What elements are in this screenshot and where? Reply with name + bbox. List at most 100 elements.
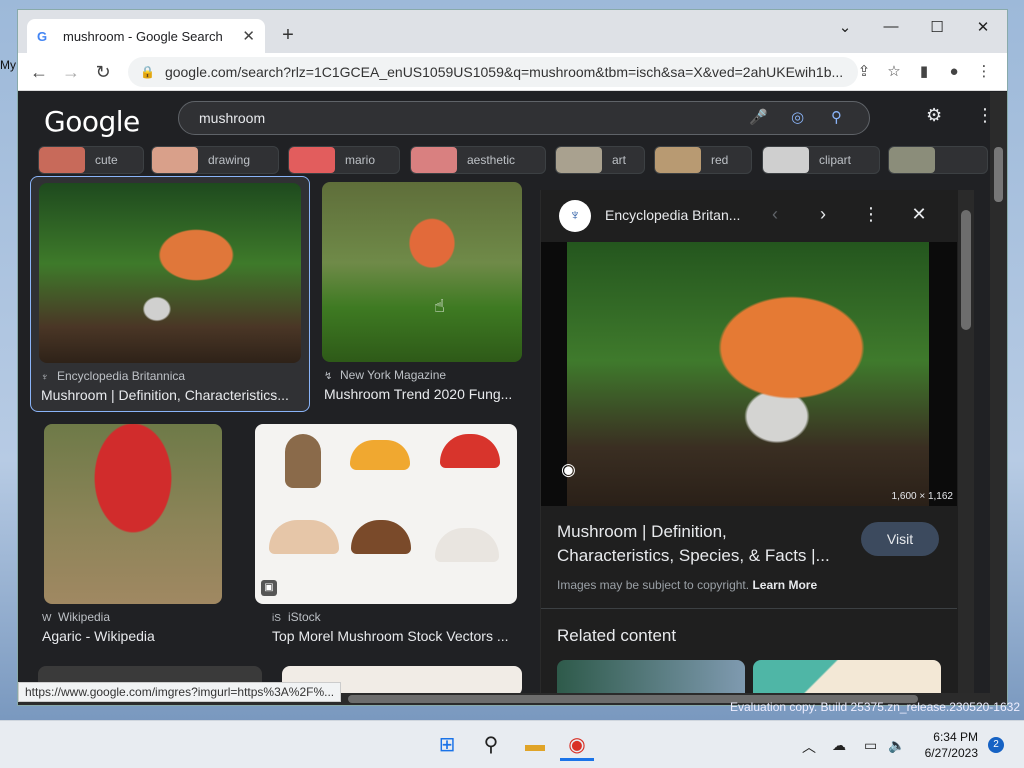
voice-search-icon[interactable]: 🎤 — [749, 108, 768, 126]
search-results-page: Google mushroom 🎤 ◎ ⚲ ⚙ ⋮⋮ cute drawing … — [18, 92, 1007, 705]
result-image[interactable] — [39, 183, 301, 363]
file-explorer-icon[interactable]: ▬ — [518, 729, 552, 761]
profile-avatar-icon[interactable]: ● — [939, 57, 969, 87]
side-panel-icon[interactable]: ▮ — [909, 57, 939, 87]
close-icon[interactable]: ✕ — [907, 204, 931, 225]
notification-badge[interactable]: 2 — [988, 737, 1004, 753]
volume-icon[interactable]: 🔈 — [888, 737, 905, 754]
chip-label: aesthetic — [467, 153, 516, 167]
tab-strip: G mushroom - Google Search ✕ + ⌄ — ☐ ✕ — [18, 10, 1007, 53]
display-icon[interactable]: ▭ — [864, 737, 877, 754]
tab-title: mushroom - Google Search — [63, 28, 223, 44]
search-input[interactable]: mushroom — [199, 110, 265, 126]
chip-thumbnail — [152, 147, 198, 173]
desktop-icon-label: My — [0, 58, 16, 72]
result-image[interactable]: ☝ — [322, 182, 522, 362]
network-icon[interactable]: ☁ — [832, 737, 846, 754]
related-content-heading: Related content — [557, 626, 677, 645]
close-window-button[interactable]: ✕ — [968, 18, 998, 36]
preview-image[interactable]: ◉ 1,600 × 1,162 — [541, 242, 957, 506]
chip[interactable]: clipart — [762, 146, 880, 174]
result-title[interactable]: Agaric - Wikipedia — [42, 628, 222, 644]
image-result-card[interactable]: ☝ ↯ New York Magazine Mushroom Trend 2020… — [316, 176, 526, 412]
preview-scrollbar[interactable] — [958, 190, 974, 693]
chip[interactable]: red — [654, 146, 752, 174]
image-dimensions: 1,600 × 1,162 — [891, 491, 953, 502]
google-logo[interactable]: Google — [44, 105, 140, 138]
chip-thumbnail — [39, 147, 85, 173]
more-options-icon[interactable]: ⋮ — [859, 204, 883, 225]
copyright-notice: Images may be subject to copyright. Lear… — [557, 578, 817, 592]
britannica-logo-icon: ♆ — [559, 200, 591, 232]
scrollbar-thumb[interactable] — [994, 147, 1003, 202]
chip-label: red — [711, 153, 729, 167]
next-arrow-icon[interactable]: › — [811, 204, 835, 225]
divider — [541, 608, 957, 609]
chevron-up-icon[interactable]: ︿ — [802, 737, 816, 757]
bookmark-star-icon[interactable]: ☆ — [879, 57, 909, 87]
wikipedia-favicon-icon: W — [42, 613, 52, 624]
browser-window: G mushroom - Google Search ✕ + ⌄ — ☐ ✕ ←… — [18, 10, 1007, 705]
result-image[interactable] — [44, 424, 222, 604]
result-title[interactable]: Top Morel Mushroom Stock Vectors ... — [272, 628, 522, 644]
chip[interactable]: art — [555, 146, 645, 174]
chip-label: mario — [345, 153, 376, 167]
maximize-button[interactable]: ☐ — [922, 18, 952, 36]
chip[interactable]: cute — [38, 146, 144, 174]
lock-icon: 🔒 — [140, 65, 155, 79]
browser-tab[interactable]: G mushroom - Google Search ✕ — [27, 19, 265, 53]
result-source: iStock — [288, 610, 321, 624]
lens-search-icon[interactable]: ◎ — [791, 108, 804, 126]
image-result-card[interactable]: ▣ iS iStock Top Morel Mushroom Stock Vect… — [246, 422, 522, 652]
chrome-icon[interactable]: ◉ — [560, 729, 594, 761]
istock-favicon-icon: iS — [272, 613, 281, 624]
scrollbar-thumb[interactable] — [961, 210, 971, 330]
previous-arrow-icon[interactable]: ‹ — [763, 204, 787, 225]
chip[interactable]: drawing — [151, 146, 279, 174]
tab-search-chevron-icon[interactable]: ⌄ — [830, 18, 860, 36]
page-scrollbar[interactable] — [990, 92, 1007, 705]
minimize-button[interactable]: — — [876, 18, 906, 35]
result-title[interactable]: Mushroom | Definition, Characteristics..… — [41, 387, 303, 403]
chip[interactable]: aesthetic — [410, 146, 546, 174]
search-icon[interactable]: ⚲ — [474, 729, 508, 761]
tab-close-icon[interactable]: ✕ — [242, 27, 255, 45]
image-badge-icon: ▣ — [261, 580, 277, 596]
chip-thumbnail — [411, 147, 457, 173]
address-url[interactable]: google.com/search?rlz=1C1GCEA_enUS1059US… — [165, 64, 843, 80]
clock-time: 6:34 PM — [933, 730, 978, 744]
clock[interactable]: 6:34 PM 6/27/2023 — [910, 729, 978, 761]
back-button[interactable]: ← — [26, 60, 52, 84]
learn-more-link[interactable]: Learn More — [752, 578, 817, 592]
start-windows-icon[interactable]: ⊞ — [430, 729, 464, 761]
browser-toolbar: ← → ↻ 🔒 google.com/search?rlz=1C1GCEA_en… — [18, 53, 1007, 91]
chip[interactable]: mario — [288, 146, 400, 174]
result-image[interactable]: ▣ — [255, 424, 517, 604]
settings-gear-icon[interactable]: ⚙ — [926, 105, 942, 126]
image-preview-panel: ♆ Encyclopedia Britan... ‹ › ⋮ ✕ ◉ 1,600… — [540, 190, 958, 705]
preview-title[interactable]: Mushroom | Definition, Characteristics, … — [557, 520, 847, 568]
chip-label: drawing — [208, 153, 251, 167]
chip-label: art — [612, 153, 627, 167]
image-result-card[interactable]: W Wikipedia Agaric - Wikipedia — [36, 422, 236, 652]
lens-icon[interactable]: ◉ — [561, 460, 587, 486]
visit-button[interactable]: Visit — [861, 522, 939, 556]
result-title[interactable]: Mushroom Trend 2020 Fung... — [324, 386, 520, 402]
new-tab-button[interactable]: + — [276, 24, 300, 48]
chip-thumbnail — [763, 147, 809, 173]
result-source: New York Magazine — [340, 368, 447, 382]
share-icon[interactable]: ⇪ — [849, 57, 879, 87]
search-box[interactable]: mushroom 🎤 ◎ ⚲ — [178, 101, 870, 135]
evaluation-watermark: Evaluation copy. Build 25375.zn_release.… — [730, 700, 1020, 714]
chip[interactable] — [888, 146, 988, 174]
search-icon[interactable]: ⚲ — [831, 108, 842, 126]
image-result-card[interactable]: ♆ Encyclopedia Britannica Mushroom | Defi… — [30, 176, 310, 412]
chip-label: clipart — [819, 153, 852, 167]
forward-button[interactable]: → — [58, 60, 84, 84]
address-bar[interactable]: 🔒 google.com/search?rlz=1C1GCEA_enUS1059… — [128, 57, 858, 87]
google-favicon-icon: G — [37, 28, 48, 44]
browser-menu-icon[interactable]: ⋮ — [969, 57, 999, 87]
reload-button[interactable]: ↻ — [90, 60, 116, 84]
result-source: Wikipedia — [58, 610, 111, 624]
preview-site-name[interactable]: Encyclopedia Britan... — [605, 207, 740, 223]
